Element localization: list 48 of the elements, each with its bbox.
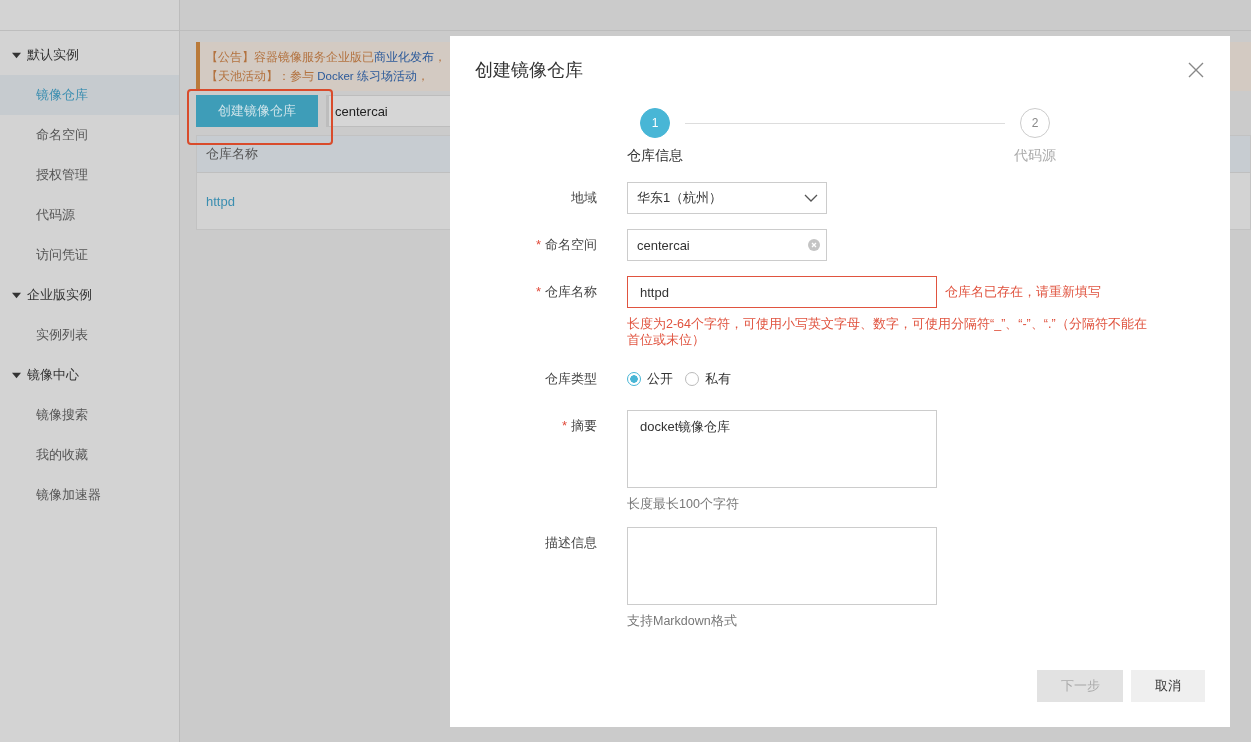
radio-label[interactable]: 公开 — [647, 370, 673, 388]
sidebar-item[interactable]: 命名空间 — [0, 115, 179, 155]
clear-icon[interactable] — [808, 239, 820, 251]
field-hint: 长度为2-64个字符，可使用小写英文字母、数字，可使用分隔符“_”、“-”、“.”（分隔符不能在首位或末位） — [627, 316, 1148, 348]
caret-icon — [12, 50, 21, 60]
notice-link[interactable]: Docker 练习场活动 — [317, 70, 417, 82]
field-label: 摘要 — [571, 418, 597, 435]
text-area[interactable]: docket镜像仓库 — [627, 410, 937, 488]
error-message: 仓库名已存在，请重新填写 — [945, 283, 1101, 301]
step-number: 1 — [640, 108, 670, 138]
text-field[interactable]: centercai — [627, 229, 827, 261]
sidebar-group[interactable]: 镜像中心 — [0, 355, 179, 395]
field-hint: 长度最长100个字符 — [627, 496, 740, 512]
dialog-title: 创建镜像仓库 — [475, 59, 583, 82]
radio-option[interactable]: 私有 — [685, 370, 731, 388]
step-label: 仓库信息 — [627, 147, 683, 165]
field-hint: 支持Markdown格式 — [627, 613, 738, 629]
sidebar-item[interactable]: 代码源 — [0, 195, 179, 235]
text-field[interactable]: httpd — [627, 276, 937, 308]
sidebar-group[interactable]: 默认实例 — [0, 35, 179, 75]
sidebar-item[interactable]: 访问凭证 — [0, 235, 179, 275]
text-area[interactable] — [627, 527, 937, 605]
field-label: 地域 — [571, 190, 597, 207]
field-label: 仓库类型 — [545, 371, 597, 388]
sidebar-item[interactable]: 我的收藏 — [0, 435, 179, 475]
caret-icon — [12, 370, 21, 380]
sidebar-item[interactable]: 授权管理 — [0, 155, 179, 195]
field-label: 仓库名称 — [545, 284, 597, 301]
sidebar-group[interactable]: 企业版实例 — [0, 275, 179, 315]
required-mark: * — [535, 284, 541, 301]
step-label: 代码源 — [1014, 147, 1056, 165]
cancel-button[interactable]: 取消 — [1131, 670, 1205, 702]
column-header: 仓库名称 — [206, 145, 258, 163]
chevron-down-icon — [804, 194, 818, 202]
required-mark: * — [561, 418, 567, 435]
radio-option[interactable]: 公开 — [627, 370, 673, 388]
close-icon[interactable] — [1188, 62, 1204, 78]
sidebar-item[interactable]: 镜像加速器 — [0, 475, 179, 515]
notice-link[interactable]: 商业化发布 — [374, 51, 434, 63]
radio-label[interactable]: 私有 — [705, 370, 731, 388]
field-label: 描述信息 — [545, 535, 597, 552]
region-select[interactable]: 华东1（杭州） — [627, 182, 827, 214]
sidebar-item[interactable]: 镜像搜索 — [0, 395, 179, 435]
caret-icon — [12, 290, 21, 300]
field-label: 命名空间 — [545, 237, 597, 254]
radio-button[interactable] — [627, 372, 641, 386]
sidebar-item[interactable]: 实例列表 — [0, 315, 179, 355]
required-mark: * — [535, 237, 541, 254]
